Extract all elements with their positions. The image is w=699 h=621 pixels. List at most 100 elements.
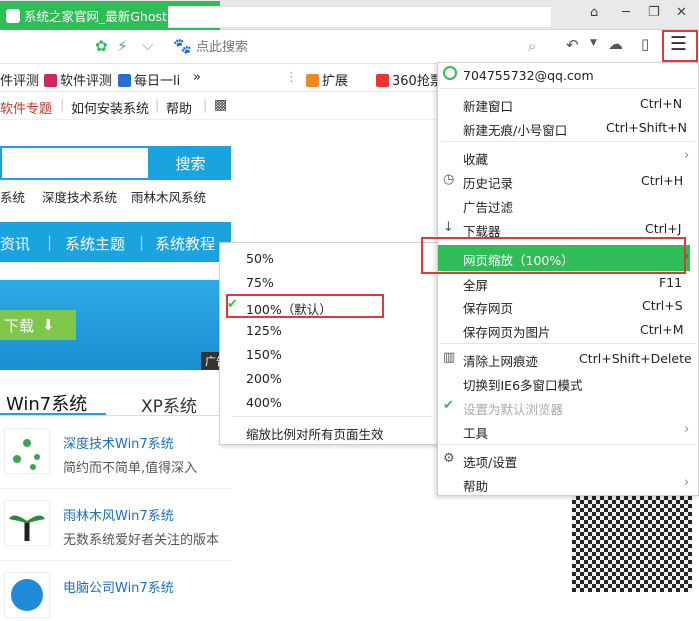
menu-options[interactable]: 选项/设置	[463, 452, 517, 471]
item-title[interactable]: 电脑公司Win7系统	[63, 577, 174, 596]
close-icon[interactable]: ✕	[676, 5, 687, 20]
shirt-icon[interactable]: ⌂	[590, 5, 598, 20]
restore-icon[interactable]: ❐	[648, 5, 660, 20]
banner-download-button[interactable]: 下载 ⬇	[0, 310, 76, 340]
menu-favorites[interactable]: 收藏	[463, 149, 488, 168]
category-separator: |	[139, 233, 145, 251]
puzzle-icon	[306, 74, 319, 87]
highlight-zoom-100	[226, 294, 384, 318]
shortcut-label: Ctrl+M	[640, 322, 684, 337]
category-tutorials[interactable]: 系统教程	[155, 233, 215, 254]
extensions-button[interactable]: 扩展	[306, 70, 348, 89]
chevron-right-icon: ›	[684, 148, 690, 163]
divider	[441, 444, 695, 445]
divider	[0, 560, 231, 561]
cloud-icon[interactable]: ☁	[608, 35, 623, 53]
zoom-submenu	[219, 242, 440, 445]
bookmark-icon	[118, 74, 131, 87]
user-email[interactable]: 704755732@qq.com	[463, 68, 594, 83]
zoom-option-50[interactable]: 50%	[246, 251, 274, 266]
clock-icon: ◷	[443, 172, 455, 187]
refresh-icon[interactable]: ✿	[95, 37, 108, 55]
chevron-right-icon: ›	[684, 475, 690, 490]
site-search-button[interactable]: 搜索	[150, 146, 231, 180]
menu-ie6-mode[interactable]: 切换到IE6多窗口模式	[463, 375, 583, 394]
ticket-icon	[376, 74, 389, 87]
bookmark-item[interactable]: 件评测	[0, 70, 39, 89]
divider	[232, 416, 432, 417]
zoom-option-125[interactable]: 125%	[246, 323, 282, 338]
shortcut-label: Ctrl+H	[641, 173, 684, 188]
item-title[interactable]: 雨林木风Win7系统	[63, 505, 174, 524]
bookmark-item[interactable]: 软件评测	[44, 70, 112, 89]
item-desc: 简约而不简单,值得深入	[63, 461, 198, 476]
undo-icon[interactable]: ↶	[566, 36, 579, 54]
nav-separator: |	[60, 98, 65, 113]
menu-tools[interactable]: 工具	[463, 423, 488, 442]
keyword-link[interactable]: 深度技术系统	[42, 187, 117, 206]
undo-dropdown-icon[interactable]: ▼	[590, 38, 597, 48]
zoom-apply-all-option[interactable]: 缩放比例对所有页面生效	[246, 424, 384, 443]
active-tab-underline	[0, 413, 106, 415]
highlight-page-zoom	[421, 237, 686, 274]
category-news[interactable]: 资讯	[0, 233, 30, 254]
menu-help[interactable]: 帮助	[463, 476, 488, 495]
divider	[0, 488, 231, 489]
ylmf-logo[interactable]	[4, 500, 50, 546]
arrow-down-icon: ⬇	[42, 316, 55, 334]
nav-separator: |	[155, 98, 160, 113]
bookmark-item[interactable]: 每日一li	[118, 70, 180, 89]
item-desc: 无数系统爱好者关注的版本	[63, 533, 220, 548]
shortcut-label: Ctrl+S	[642, 298, 683, 313]
site-search-input[interactable]	[0, 146, 150, 180]
nav-help[interactable]: 帮助	[166, 98, 192, 117]
gear-icon: ⚙	[443, 451, 455, 466]
qr-mini-icon[interactable]: ▩	[214, 97, 227, 113]
user-icon	[443, 66, 457, 80]
menu-ad-filter[interactable]: 广告过滤	[463, 197, 513, 216]
bookmark-icon	[44, 74, 57, 87]
divider	[441, 88, 695, 89]
deepin-logo[interactable]	[4, 428, 50, 474]
shortcut-label: Ctrl+N	[640, 96, 683, 111]
site-favicon-icon	[6, 8, 20, 23]
lightning-icon[interactable]: ⚡	[117, 37, 128, 55]
bookmark-item[interactable]: 360抢票	[376, 70, 443, 89]
qr-code-image	[572, 484, 692, 592]
item-title[interactable]: 深度技术Win7系统	[63, 433, 174, 452]
divider	[441, 141, 695, 142]
keyword-link[interactable]: 系统	[0, 187, 25, 206]
zoom-option-400[interactable]: 400%	[246, 395, 282, 410]
nav-separator: |	[203, 98, 208, 113]
shortcut-label: Ctrl+J	[645, 221, 682, 236]
category-themes[interactable]: 系统主题	[65, 233, 125, 254]
search-input[interactable]	[196, 37, 516, 57]
download-icon: ↓	[443, 220, 454, 235]
zoom-option-150[interactable]: 150%	[246, 347, 282, 362]
check-icon: ✔	[443, 398, 454, 413]
menu-clear-history[interactable]: 清除上网痕迹	[463, 351, 538, 370]
menu-new-private-window[interactable]: 新建无痕/小号窗口	[463, 120, 567, 139]
magnifier-icon[interactable]: ⌕	[528, 37, 536, 55]
zoom-option-200[interactable]: 200%	[246, 371, 282, 386]
menu-new-window[interactable]: 新建窗口	[463, 96, 513, 115]
divider	[441, 343, 695, 344]
more-bookmarks-button[interactable]: »	[193, 70, 201, 85]
nav-install-guide[interactable]: 如何安装系统	[71, 98, 149, 117]
baidu-paw-icon[interactable]: 🐾	[173, 37, 192, 55]
menu-fullscreen[interactable]: 全屏	[463, 275, 488, 294]
menu-save-page[interactable]: 保存网页	[463, 298, 513, 317]
menu-save-as-image[interactable]: 保存网页为图片	[463, 322, 551, 341]
trash-icon: ▥	[443, 350, 456, 365]
menu-history[interactable]: 历史记录	[463, 173, 513, 192]
shortcut-label: Ctrl+Shift+N	[606, 120, 687, 135]
nav-software-topics[interactable]: 软件专题	[0, 98, 52, 117]
minimize-icon[interactable]: ─	[622, 5, 630, 20]
zoom-option-75[interactable]: 75%	[246, 275, 274, 290]
tab-xp[interactable]: XP系统	[141, 392, 197, 417]
dngs-logo[interactable]	[4, 572, 50, 618]
phone-icon[interactable]: ▯	[641, 35, 649, 53]
chevron-down-icon[interactable]: ⌵	[142, 36, 153, 54]
keyword-link[interactable]: 雨林木风系统	[131, 187, 206, 206]
category-separator: |	[47, 233, 53, 251]
